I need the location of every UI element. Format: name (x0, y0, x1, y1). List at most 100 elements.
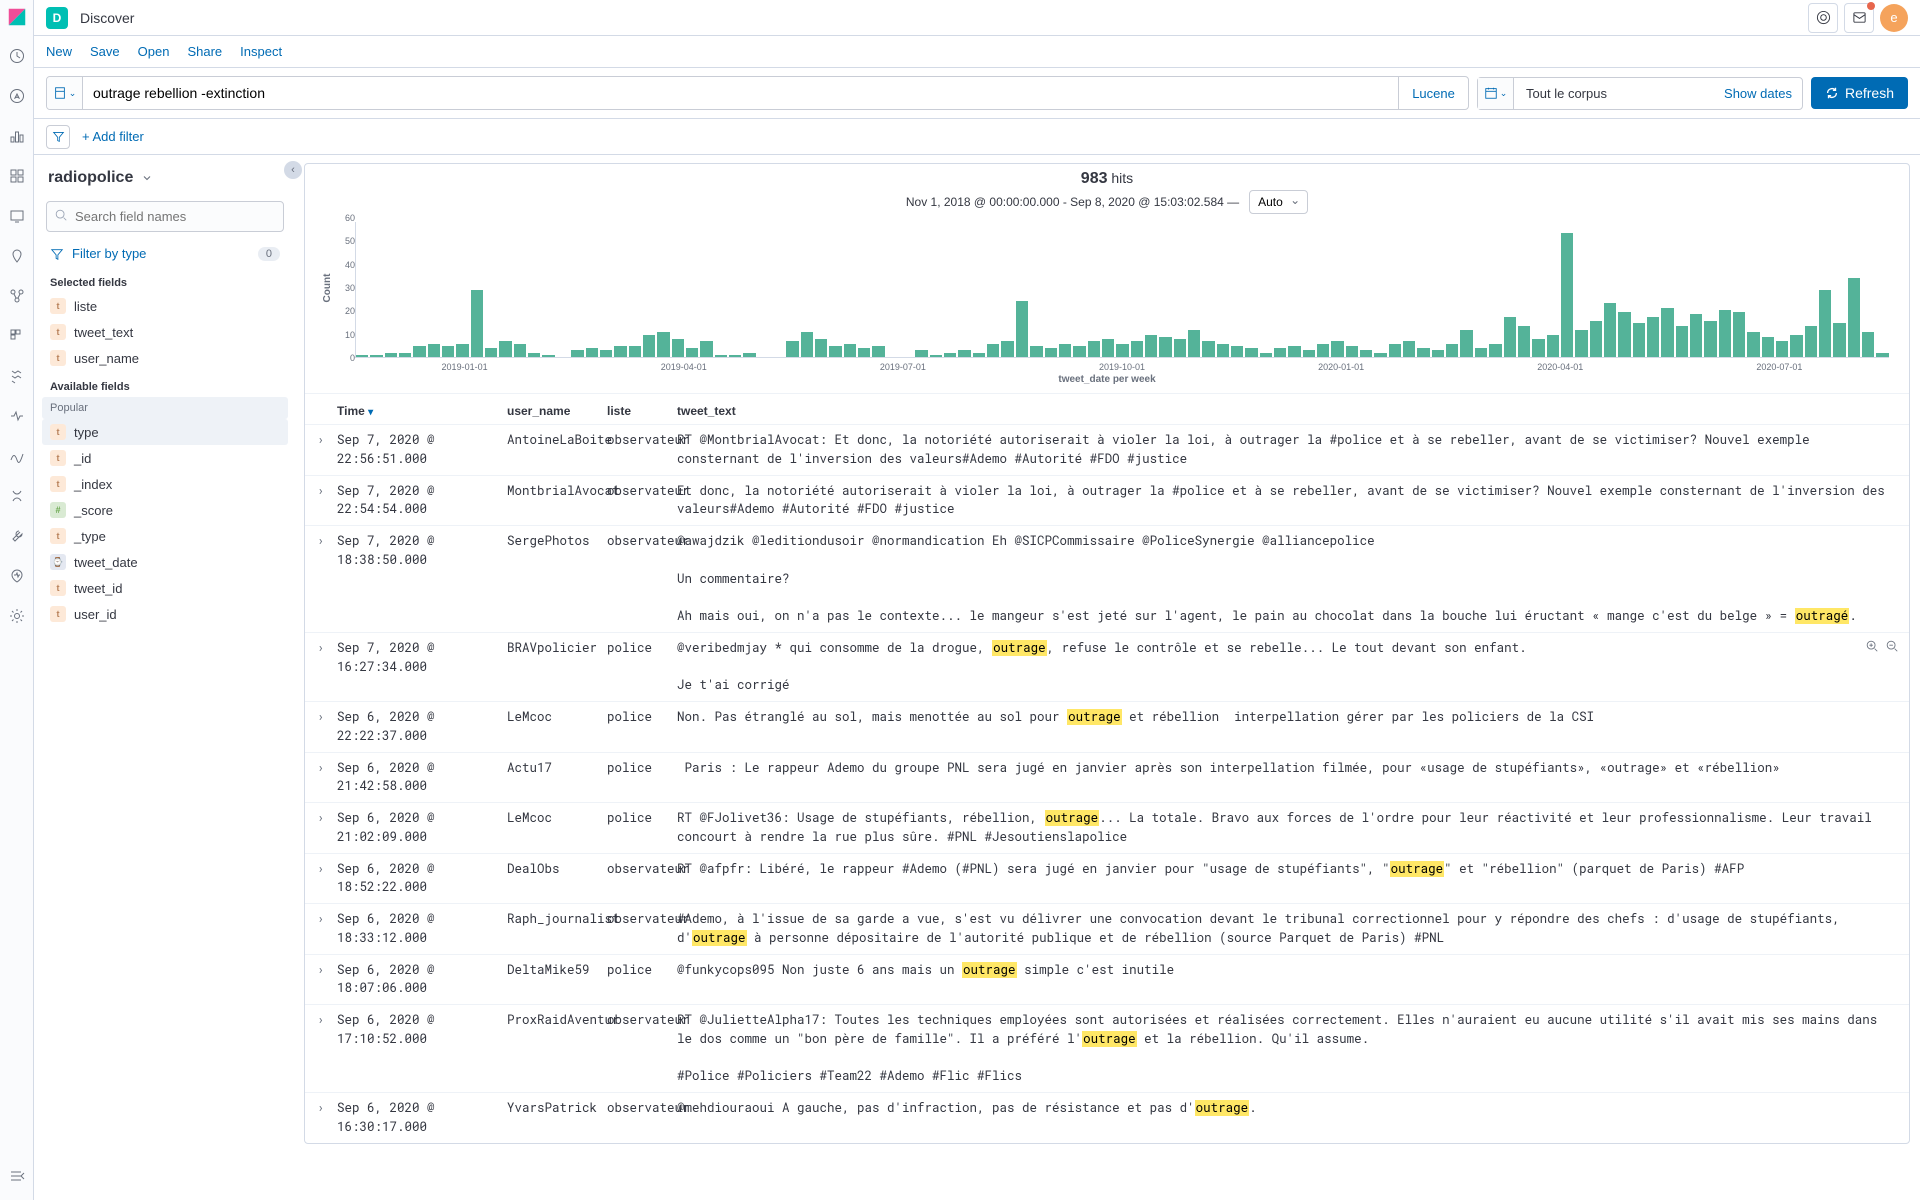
filter-menu-icon[interactable] (46, 125, 70, 149)
histogram-bar[interactable] (542, 355, 554, 357)
histogram-bar[interactable] (1518, 326, 1530, 358)
nav-visualize-icon[interactable] (7, 126, 27, 146)
histogram-bar[interactable] (1260, 353, 1272, 358)
histogram-bar[interactable] (987, 344, 999, 358)
histogram-bar[interactable] (729, 355, 741, 357)
col-time[interactable]: Time ▾ (337, 404, 507, 418)
histogram-bar[interactable] (1030, 346, 1042, 357)
histogram-bar[interactable] (399, 353, 411, 358)
histogram-bar[interactable] (1460, 330, 1472, 357)
nav-canvas-icon[interactable] (7, 206, 27, 226)
histogram-bar[interactable] (657, 332, 669, 357)
expand-row-icon[interactable]: › (317, 759, 337, 797)
histogram-bar[interactable] (586, 348, 598, 357)
histogram-bar[interactable] (1188, 330, 1200, 357)
expand-row-icon[interactable]: › (317, 1011, 337, 1086)
histogram-bar[interactable] (1245, 348, 1257, 357)
histogram-bar[interactable] (385, 353, 397, 358)
nav-dashboard-icon[interactable] (7, 166, 27, 186)
field-type[interactable]: ttype (42, 419, 288, 445)
histogram-bar[interactable] (1102, 339, 1114, 357)
histogram-bar[interactable] (1547, 335, 1559, 358)
histogram-bar[interactable] (1088, 341, 1100, 357)
col-liste[interactable]: liste (607, 404, 677, 418)
nav-metrics-icon[interactable] (7, 326, 27, 346)
newsfeed-icon[interactable] (1844, 3, 1874, 33)
histogram-bar[interactable] (370, 355, 382, 357)
histogram-bar[interactable] (1174, 339, 1186, 357)
histogram-bar[interactable] (413, 346, 425, 357)
histogram-bar[interactable] (600, 350, 612, 357)
histogram-bar[interactable] (930, 355, 942, 357)
nav-discover-icon[interactable] (7, 86, 27, 106)
field-_id[interactable]: t_id (42, 445, 288, 471)
histogram-bar[interactable] (743, 353, 755, 358)
histogram-bar[interactable] (1274, 348, 1286, 357)
histogram-bar[interactable] (1590, 321, 1602, 357)
field-_index[interactable]: t_index (42, 471, 288, 497)
histogram-bar[interactable] (1303, 350, 1315, 357)
histogram-bar[interactable] (686, 348, 698, 357)
field-search-input[interactable] (46, 201, 284, 232)
histogram-bar[interactable] (1446, 344, 1458, 358)
histogram-bar[interactable] (1475, 348, 1487, 357)
histogram-bar[interactable] (1145, 335, 1157, 358)
nav-monitoring-icon[interactable] (7, 566, 27, 586)
histogram-bar[interactable] (499, 341, 511, 357)
histogram-bar[interactable] (1489, 344, 1501, 358)
histogram-bar[interactable] (514, 344, 526, 358)
kibana-logo-icon[interactable] (6, 6, 28, 28)
histogram-bar[interactable] (528, 353, 540, 358)
histogram-bar[interactable] (858, 348, 870, 357)
histogram-bar[interactable] (1116, 344, 1128, 358)
histogram-bar[interactable] (1618, 312, 1630, 357)
nav-siem-icon[interactable] (7, 486, 27, 506)
histogram-bar[interactable] (471, 290, 483, 358)
col-tweet[interactable]: tweet_text (677, 404, 1897, 418)
histogram-bar[interactable] (1317, 344, 1329, 358)
nav-uptime-icon[interactable] (7, 446, 27, 466)
histogram-bar[interactable] (1833, 323, 1845, 357)
collapse-sidebar-icon[interactable]: ‹ (284, 161, 302, 179)
new-link[interactable]: New (46, 44, 72, 59)
expand-row-icon[interactable]: › (317, 482, 337, 520)
nav-apm-icon[interactable] (7, 406, 27, 426)
nav-recently-viewed-icon[interactable] (7, 46, 27, 66)
histogram-bar[interactable] (973, 353, 985, 358)
open-link[interactable]: Open (138, 44, 170, 59)
histogram-bar[interactable] (629, 346, 641, 357)
field-tweet_text[interactable]: ttweet_text (42, 319, 288, 345)
histogram-bar[interactable] (1374, 353, 1386, 358)
histogram-bar[interactable] (1733, 312, 1745, 357)
histogram-bar[interactable] (1819, 290, 1831, 358)
field-tweet_date[interactable]: ⌚tweet_date (42, 549, 288, 575)
saved-queries-button[interactable]: ⌄ (47, 77, 83, 109)
histogram-bar[interactable] (1417, 348, 1429, 357)
histogram-bar[interactable] (1016, 301, 1028, 357)
histogram-bar[interactable] (442, 346, 454, 357)
histogram-bar[interactable] (1805, 326, 1817, 358)
histogram-bar[interactable] (1676, 326, 1688, 358)
add-filter-link[interactable]: + Add filter (82, 129, 144, 144)
histogram-bar[interactable] (872, 346, 884, 357)
expand-row-icon[interactable]: › (317, 860, 337, 898)
show-dates-link[interactable]: Show dates (1714, 78, 1802, 109)
histogram-bar[interactable] (1403, 341, 1415, 357)
histogram-bar[interactable] (1532, 339, 1544, 357)
histogram-bar[interactable] (1389, 344, 1401, 358)
histogram-bar[interactable] (1346, 346, 1358, 357)
zoom-out-icon[interactable] (1885, 639, 1899, 653)
histogram-bar[interactable] (700, 341, 712, 357)
col-user[interactable]: user_name (507, 404, 607, 418)
histogram-bar[interactable] (915, 350, 927, 357)
histogram-bar[interactable] (844, 344, 856, 358)
histogram-bar[interactable] (1876, 353, 1888, 358)
date-quick-button[interactable]: ⌄ (1478, 78, 1514, 109)
nav-logs-icon[interactable] (7, 366, 27, 386)
refresh-button[interactable]: Refresh (1811, 77, 1908, 109)
histogram-bar[interactable] (485, 348, 497, 357)
histogram-bar[interactable] (944, 353, 956, 358)
histogram-bar[interactable] (1059, 344, 1071, 358)
expand-row-icon[interactable]: › (317, 961, 337, 999)
user-avatar[interactable]: e (1880, 4, 1908, 32)
